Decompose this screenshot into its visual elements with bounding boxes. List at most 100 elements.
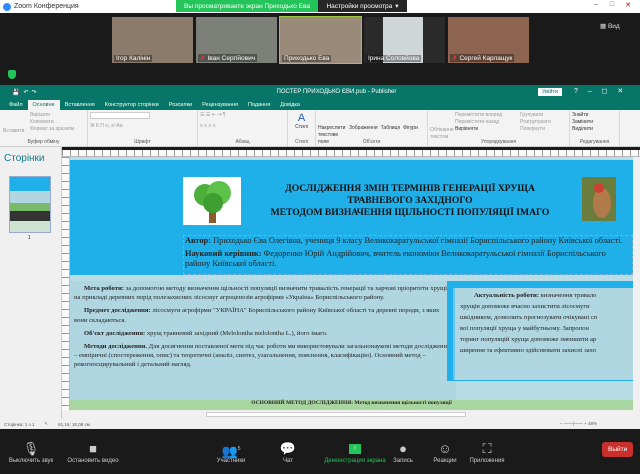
bring-forward-button[interactable]: Перемістити вперед xyxy=(455,112,517,119)
cut-button[interactable]: Вирізати xyxy=(30,112,85,119)
clipboard-group: Вставити Вирізати Копіювати Формат за зраз… xyxy=(0,110,88,146)
video-tile[interactable]: ✗ Іван Сергійович xyxy=(196,17,277,63)
title-line: ТРАВНЕВОГО ЗАХІДНОГО xyxy=(347,195,473,206)
participant-name: Ірина Соловйова xyxy=(366,55,422,62)
mute-label: Выключить звук xyxy=(8,458,54,464)
group-label: Об'єкти xyxy=(362,139,381,145)
select-button[interactable]: Виділити xyxy=(572,126,617,133)
horizontal-ruler xyxy=(62,150,640,157)
ribbon: Вставити Вирізати Копіювати Формат за зраз… xyxy=(0,110,640,147)
group-label: Шрифт xyxy=(134,139,151,145)
view-settings-label: Настройки просмотра xyxy=(326,2,393,10)
main-method-heading[interactable]: ОСНОВНИЙ МЕТОД ДОСЛІДЖЕННЯ: Метод визнач… xyxy=(70,400,633,410)
object-label: Об'єкт дослідження: xyxy=(84,329,146,337)
sign-in-button[interactable]: Увійти xyxy=(538,88,562,96)
tab-view[interactable]: Подання xyxy=(243,102,275,110)
tab-insert[interactable]: Вставлення xyxy=(60,102,100,110)
send-backward-button[interactable]: Перемістити назад xyxy=(455,119,517,126)
participants-label: Участники xyxy=(216,458,246,464)
apps-button[interactable]: ⛶ Приложения xyxy=(452,440,522,464)
tab-mailings[interactable]: Розсилки xyxy=(164,102,197,110)
poster-canvas[interactable]: ДОСЛІДЖЕННЯ ЗМІН ТЕРМІНІВ ГЕНЕРАЦІЇ ХРУЩ… xyxy=(70,157,633,410)
replace-button[interactable]: Замінити xyxy=(572,119,617,126)
page-thumbnail[interactable] xyxy=(9,176,51,233)
subject-label: Предмет дослідження: xyxy=(84,307,151,315)
relevance-line: визначення тривало xyxy=(539,292,597,299)
security-shield-icon[interactable] xyxy=(8,70,16,79)
save-icon[interactable]: 💾 xyxy=(12,89,19,96)
tab-file[interactable]: Файл xyxy=(4,102,28,110)
grid-icon: ▦ xyxy=(600,23,608,30)
window-controls[interactable]: ? – ◻ ✕ xyxy=(574,87,623,95)
zoom-level: 48% xyxy=(588,421,598,426)
research-info-textbox[interactable]: Мета роботи: за допомогою методу визначе… xyxy=(70,281,456,410)
stop-video-button[interactable]: ■ Остановить видео xyxy=(58,440,128,464)
align-button[interactable]: Вирівняти xyxy=(455,126,517,133)
view-settings-button[interactable]: Настройки просмотра ▾ xyxy=(318,0,407,12)
beetle-image[interactable] xyxy=(582,177,616,221)
maximize-button[interactable]: □ xyxy=(606,1,618,11)
tree-image[interactable] xyxy=(183,177,241,225)
relevance-line: ширення та ефективно здійснювати захисні… xyxy=(460,347,597,354)
view-label: Вид xyxy=(607,23,620,30)
close-button[interactable]: ✕ xyxy=(622,1,634,11)
editing-group: Знайти Замінити Виділити Редагування xyxy=(570,110,620,146)
ribbon-tabs: Файл Основне Вставлення Конструктор стор… xyxy=(0,99,640,110)
group-label: Буфер обміну xyxy=(27,139,60,145)
video-tile[interactable]: ✗ Сергей Карлащук xyxy=(448,17,529,63)
minimize-button[interactable]: – xyxy=(590,1,602,11)
participant-name: Ігор Калінін xyxy=(114,55,153,62)
copy-button[interactable]: Копіювати xyxy=(30,119,85,126)
styles-group: A Стилі Стилі xyxy=(288,110,316,146)
video-tile[interactable]: Ігор Калінін xyxy=(112,17,193,63)
cursor-position: 61,16; 18,08 см xyxy=(58,421,90,427)
camera-icon: ■ xyxy=(89,441,97,456)
video-tile-active[interactable]: Приходько Ева xyxy=(279,16,362,64)
ungroup-button[interactable]: Розгрупувати xyxy=(520,119,551,126)
chevron-down-icon: ▾ xyxy=(395,3,399,10)
pages-pane-title: Сторінки xyxy=(4,153,45,164)
tab-page-design[interactable]: Конструктор сторінки xyxy=(100,102,164,110)
poster-title[interactable]: ДОСЛІДЖЕННЯ ЗМІН ТЕРМІНІВ ГЕНЕРАЦІЇ ХРУЩ… xyxy=(250,183,570,219)
relevance-textbox[interactable]: Актуальність роботи: визначення тривало … xyxy=(453,288,633,380)
chat-label: Чат xyxy=(283,458,293,464)
horizontal-scroll-thumb[interactable] xyxy=(206,412,466,417)
relevance-line: торинг популяцій хруща допоможе зменшити… xyxy=(460,336,597,343)
title-line: ДОСЛІДЖЕННЯ ЗМІН ТЕРМІНІВ ГЕНЕРАЦІЇ ХРУЩ… xyxy=(285,183,535,194)
participant-name: Сергей Карлащук xyxy=(459,55,513,62)
microphone-icon: 🎙 xyxy=(22,441,40,456)
zoom-slider[interactable]: – ——|—— + 48% xyxy=(560,421,597,426)
muted-mic-icon: ✗ xyxy=(200,55,206,62)
author-label: Автор: xyxy=(185,236,211,245)
author-textbox[interactable]: Автор: Приходько Єва Олегівна, учениця 9… xyxy=(183,235,633,275)
redo-icon[interactable]: ↷ xyxy=(32,89,37,96)
styles-button[interactable]: Стилі xyxy=(290,124,313,131)
undo-icon[interactable]: ↶ xyxy=(23,89,28,96)
mute-button[interactable]: 🎙 Выключить звук xyxy=(0,440,66,464)
video-tile[interactable]: Ірина Соловйова xyxy=(364,17,445,63)
paste-button[interactable]: Вставити xyxy=(3,128,24,135)
viewing-banner: Вы просматриваете экран Приходько Ева xyxy=(176,0,318,12)
font-name-select[interactable] xyxy=(90,112,150,119)
format-painter-button[interactable]: Формат за зразком xyxy=(30,126,85,133)
view-button[interactable]: ▦ Вид xyxy=(600,22,620,30)
tab-home[interactable]: Основне xyxy=(27,100,60,110)
methods-label: Методи дослідження. xyxy=(84,343,147,351)
tab-help[interactable]: Довідка xyxy=(275,102,305,110)
document-title: ПОСТЕР ПРИХОДЬКО ЄВИ.pub - Publisher xyxy=(276,89,397,95)
status-bar: Сторінка: 1 з 1 ↖ 61,16; 18,08 см xyxy=(0,419,640,429)
share-screen-icon: ↑ xyxy=(349,444,361,454)
rotate-button[interactable]: Повернути xyxy=(520,126,551,133)
relevance-line: вої популяції хруща у майбутньому. Запро… xyxy=(460,325,590,332)
cursor-icon: ↖ xyxy=(44,421,49,426)
author-text: Приходько Єва Олегівна, учениця 9 класу … xyxy=(211,236,623,245)
leave-button[interactable]: Выйти xyxy=(602,442,634,457)
arrange-group: Обтікання текстом Перемістити вперед Пере… xyxy=(428,110,570,146)
participant-name: Іван Сергійович xyxy=(207,55,256,62)
find-button[interactable]: Знайти xyxy=(572,112,617,119)
vertical-scrollbar[interactable] xyxy=(633,157,640,410)
tab-review[interactable]: Рецензування xyxy=(197,102,243,110)
apps-icon: ⛶ xyxy=(482,441,492,456)
group-button[interactable]: Групувати xyxy=(520,112,551,119)
supervisor-label: Науковий керівник: xyxy=(185,249,262,258)
